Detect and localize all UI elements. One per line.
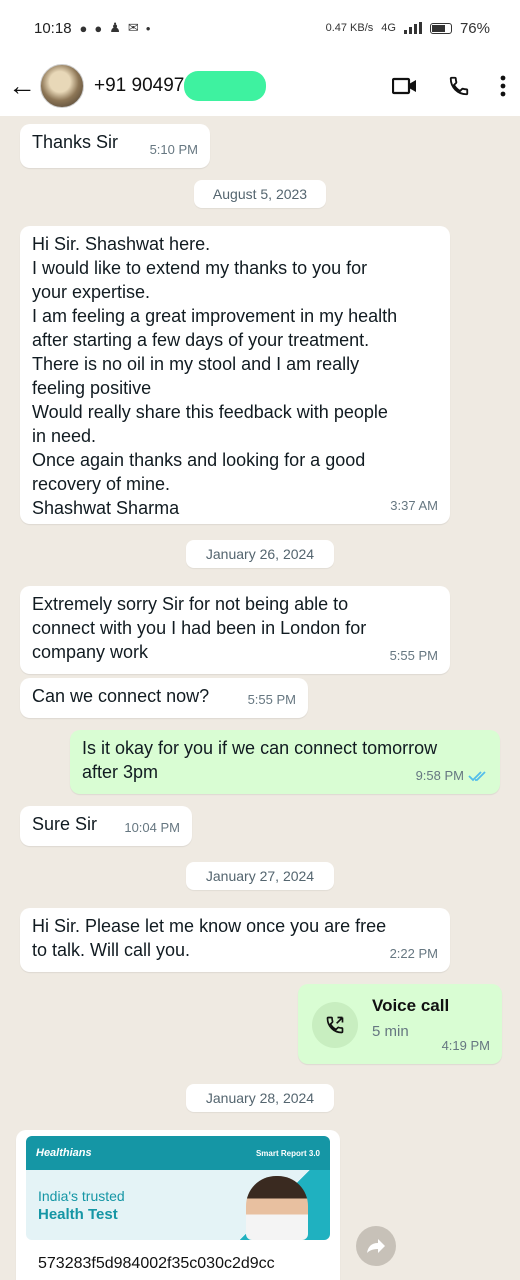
message-time: 3:37 AM [390, 498, 438, 513]
message-text: Hi Sir. Shashwat here. I would like to e… [32, 234, 398, 518]
message-incoming[interactable]: Extremely sorry Sir for not being able t… [20, 586, 450, 674]
chat-header: ← +91 90497 [0, 56, 520, 116]
net-speed: 0.47 KB/s [325, 22, 374, 34]
report-link-text[interactable]: 573283f5d984002f35c030c2d9cc [38, 1252, 275, 1276]
banner-person-image [246, 1176, 308, 1240]
redaction-mark [184, 71, 267, 101]
message-outgoing[interactable]: Is it okay for you if we can connect tom… [70, 730, 500, 794]
battery-icon [429, 22, 452, 34]
report-badge: Smart Report 3.0 [255, 1148, 320, 1158]
system-icons: 0.47 KB/s 4G 76% [326, 20, 490, 37]
message-time: 4:19 PM [441, 1038, 490, 1053]
signal-icon [403, 22, 422, 34]
message-incoming[interactable]: Hi Sir. Shashwat here. I would like to e… [20, 226, 450, 524]
notification-icons: ● ● ♟ ✉ • [80, 20, 151, 36]
message-incoming[interactable]: Thanks Sir 5:10 PM [20, 124, 210, 168]
report-banner[interactable]: Healthians Smart Report 3.0 India's trus… [26, 1136, 330, 1240]
banner-line2: Health Test [38, 1206, 118, 1223]
dot-icon: • [145, 20, 151, 36]
message-time: 5:55 PM [389, 648, 438, 663]
message-time: 5:55 PM [247, 692, 296, 707]
message-text: Extremely sorry Sir for not being able t… [32, 594, 367, 662]
voice-call-title: Voice call [372, 996, 450, 1015]
battery-percent: 76% [459, 19, 490, 37]
forward-icon [367, 1239, 385, 1253]
contact-name[interactable]: +91 90497 [94, 71, 267, 101]
voice-call-duration: 5 min [372, 1023, 409, 1040]
back-arrow-icon[interactable]: ← [8, 72, 36, 100]
message-icon: ● [79, 20, 88, 36]
more-options-icon[interactable] [500, 75, 506, 97]
message-text: Hi Sir. Please let me know once you are … [32, 916, 387, 960]
chat-area[interactable]: Thanks Sir 5:10 PM August 5, 2023 Hi Sir… [0, 116, 520, 1280]
voice-call-bubble-icon [312, 1002, 358, 1048]
message-time: 2:22 PM [389, 946, 438, 961]
message-incoming[interactable]: Can we connect now? 5:55 PM [20, 678, 308, 718]
voice-call-bubble[interactable]: Voice call 5 min 4:19 PM [298, 984, 502, 1064]
message-time: 9:58 PM [415, 768, 464, 783]
date-separator: August 5, 2023 [194, 180, 326, 208]
report-card-message[interactable]: Healthians Smart Report 3.0 India's trus… [16, 1130, 340, 1280]
read-ticks-icon [468, 771, 486, 782]
status-bar: 10:18 ● ● ♟ ✉ • 0.47 KB/s 4G 76% [0, 0, 520, 56]
facebook-icon: ● [94, 20, 103, 36]
date-separator: January 27, 2024 [186, 862, 334, 890]
avatar[interactable] [40, 64, 84, 108]
contact-number: +91 90497 [94, 75, 185, 96]
message-incoming[interactable]: Hi Sir. Please let me know once you are … [20, 908, 450, 972]
mail-icon: ✉ [127, 20, 139, 35]
status-time: 10:18 [34, 19, 72, 37]
video-call-icon[interactable] [392, 76, 418, 96]
person-icon: ♟ [109, 20, 121, 35]
banner-line1: India's trusted [38, 1188, 125, 1204]
brand-name: Healthians [36, 1147, 92, 1159]
message-incoming[interactable]: Sure Sir 10:04 PM [20, 806, 192, 846]
date-separator: January 28, 2024 [186, 1084, 334, 1112]
forward-button[interactable] [356, 1226, 396, 1266]
voice-call-icon[interactable] [448, 75, 470, 97]
date-separator: January 26, 2024 [186, 540, 334, 568]
message-time: 10:04 PM [124, 820, 180, 835]
network-type: 4G [381, 22, 396, 34]
message-time: 5:10 PM [149, 142, 198, 157]
